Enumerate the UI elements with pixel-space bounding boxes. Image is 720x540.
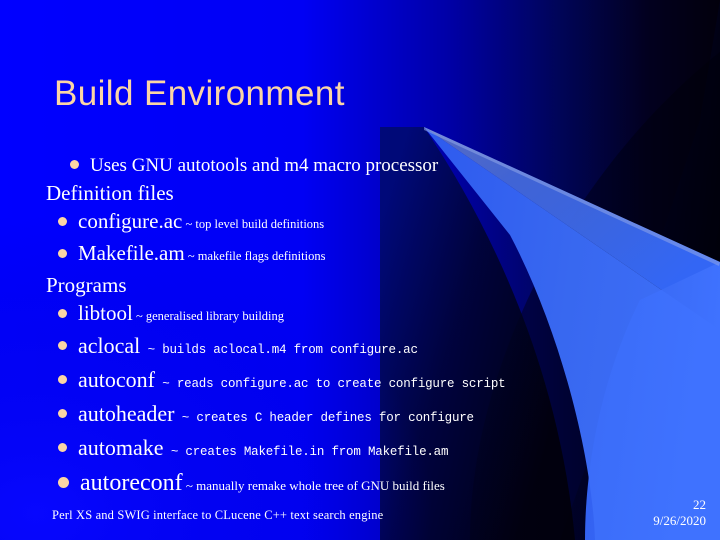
list-item-label: Uses GNU autotools and m4 macro processo… (90, 155, 439, 176)
list-item-label: Definition files (46, 181, 174, 205)
list-item: Programs (46, 271, 646, 299)
list-item-label: Makefile.am (78, 241, 185, 265)
list-item-description: ~ generalised library building (132, 309, 285, 323)
slide-content: Build Environment Uses GNU autotools and… (0, 0, 720, 540)
slide-footer: Perl XS and SWIG interface to CLucene C+… (52, 508, 384, 522)
list-item-label: libtool (78, 301, 133, 325)
bullet-icon (58, 409, 67, 419)
list-item: autoreconf ~ manually remake whole tree … (46, 467, 646, 502)
list-item-label: automake (78, 435, 164, 460)
bullet-icon (58, 308, 67, 318)
bullet-icon (58, 375, 67, 385)
bullet-icon (58, 341, 67, 351)
slide-date: 9/26/2020 (653, 513, 706, 528)
list-item-description: ~ builds aclocal.m4 from configure.ac (140, 343, 418, 357)
bullet-icon (70, 160, 79, 170)
list-item-description: ~ top level build definitions (182, 217, 325, 231)
list-item: configure.ac ~ top level build definitio… (46, 207, 646, 239)
list-item-description: ~ reads configure.ac to create configure… (154, 377, 506, 391)
list-item-description: ~ creates Makefile.in from Makefile.am (163, 445, 449, 459)
bullet-icon (58, 216, 67, 226)
presentation-slide: Build Environment Uses GNU autotools and… (0, 0, 720, 540)
list-item-label: autoreconf (80, 470, 183, 496)
list-item-label: configure.ac (78, 209, 183, 233)
list-item: autoheader ~ creates C header defines fo… (46, 399, 646, 433)
bullet-icon (58, 443, 67, 453)
slide-number: 22 (693, 497, 706, 512)
list-item: Makefile.am ~ makefile flags definitions (46, 239, 646, 271)
bullet-icon (58, 248, 67, 258)
list-item: libtool ~ generalised library building (46, 299, 646, 331)
list-item: automake ~ creates Makefile.in from Make… (46, 433, 646, 467)
list-item: Definition files (46, 179, 646, 207)
list-item-description: ~ manually remake whole tree of GNU buil… (182, 478, 445, 493)
bullet-list: Uses GNU autotools and m4 macro processo… (46, 152, 646, 502)
list-item-label: autoconf (78, 367, 155, 392)
list-item-description: ~ makefile flags definitions (184, 249, 326, 263)
list-item-label: autoheader (78, 401, 175, 426)
list-item: Uses GNU autotools and m4 macro processo… (46, 152, 646, 179)
list-item-description: ~ creates C header defines for configure (174, 411, 474, 425)
list-item: autoconf ~ reads configure.ac to create … (46, 365, 646, 399)
bullet-icon (58, 476, 69, 488)
list-item: aclocal ~ builds aclocal.m4 from configu… (46, 331, 646, 365)
list-item-label: Programs (46, 273, 127, 297)
page-title: Build Environment (54, 74, 345, 113)
list-item-label: aclocal (78, 333, 141, 358)
